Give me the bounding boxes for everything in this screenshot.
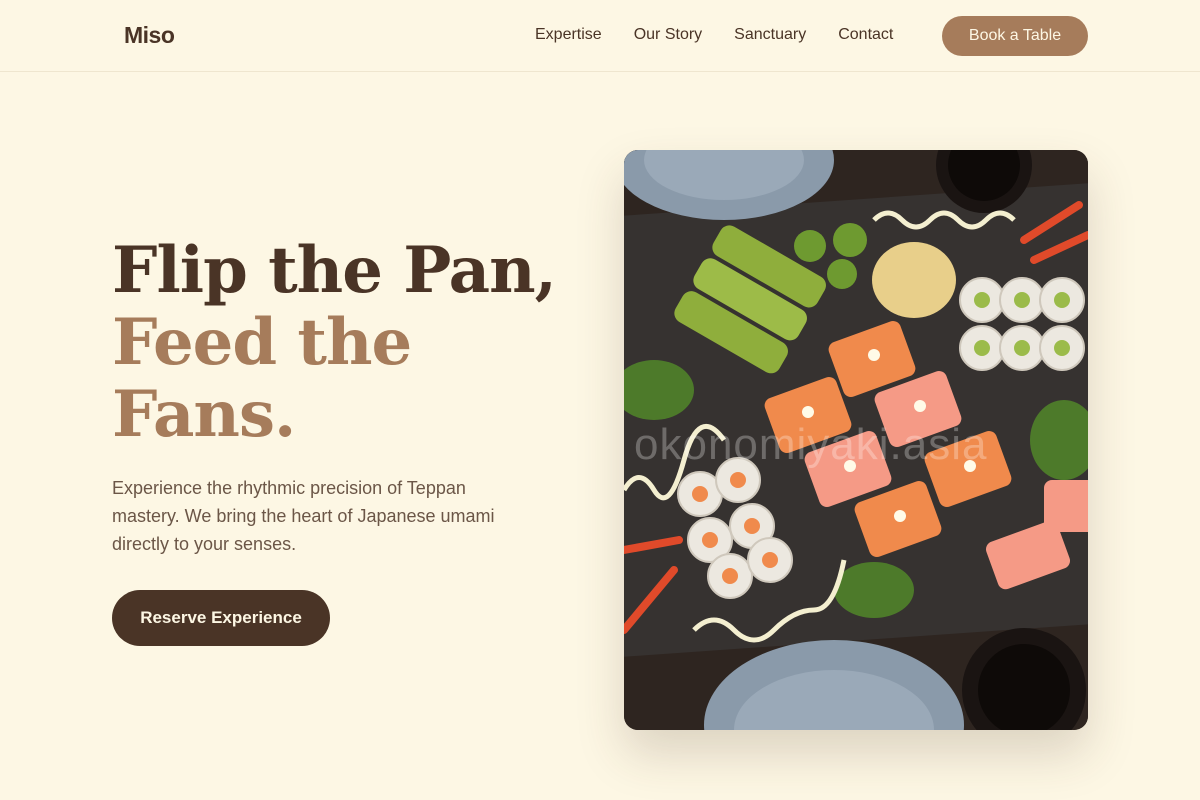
- hero-title-line-3: Fans.: [112, 377, 296, 452]
- hero-title-line-1: Flip the Pan,: [112, 233, 557, 308]
- sushi-illustration: [624, 150, 1088, 730]
- hero-description: Experience the rhythmic precision of Tep…: [112, 478, 495, 554]
- hero-title-line-2: Feed the: [112, 305, 412, 380]
- book-table-button[interactable]: Book a Table: [942, 16, 1088, 56]
- sushi-platter-image: okonomiyaki.asia: [624, 150, 1088, 730]
- navbar: Miso Expertise Our Story Sanctuary Conta…: [0, 0, 1200, 72]
- nav-link-sanctuary[interactable]: Sanctuary: [734, 25, 806, 45]
- nav-link-contact[interactable]: Contact: [838, 25, 893, 45]
- nav-link-our-story[interactable]: Our Story: [634, 25, 702, 45]
- logo[interactable]: Miso: [124, 22, 175, 49]
- nav-links: Expertise Our Story Sanctuary Contact: [535, 25, 893, 45]
- nav-link-expertise[interactable]: Expertise: [535, 25, 602, 45]
- hero-title: Flip the Pan, Feed the Fans.: [112, 235, 592, 451]
- reserve-experience-button[interactable]: Reserve Experience: [112, 590, 330, 646]
